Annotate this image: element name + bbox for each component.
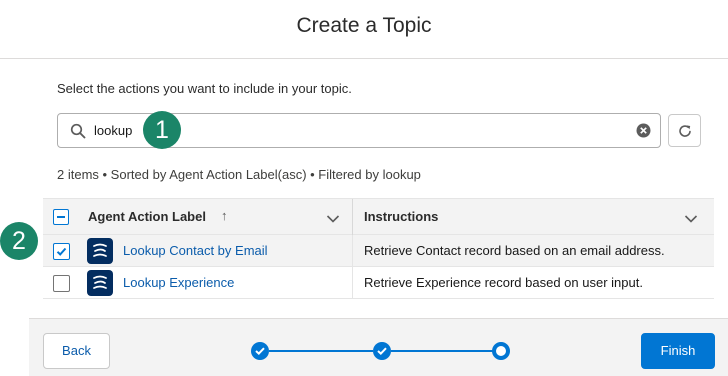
- row-checkbox[interactable]: [53, 243, 70, 260]
- modal-header: Create a Topic: [0, 0, 728, 59]
- action-instructions: Retrieve Experience record based on user…: [364, 275, 643, 290]
- column-divider: [352, 199, 353, 235]
- modal-title: Create a Topic: [296, 14, 432, 37]
- progress-step-3: [492, 342, 510, 360]
- action-name-link[interactable]: Lookup Contact by Email: [123, 243, 268, 258]
- action-name-link[interactable]: Lookup Experience: [123, 275, 234, 290]
- progress-line: [391, 350, 493, 352]
- table-row[interactable]: Lookup Experience Retrieve Experience re…: [43, 267, 714, 299]
- finish-button[interactable]: Finish: [641, 333, 715, 369]
- table-header: Agent Action Label ↑ Instructions: [43, 198, 714, 235]
- search-icon: [70, 123, 86, 139]
- agent-action-icon: [87, 238, 113, 264]
- checkmark-icon: [255, 347, 265, 355]
- column-header-instructions[interactable]: Instructions: [364, 209, 438, 224]
- step-callout-2: 2: [0, 222, 38, 260]
- progress-step-2: [373, 342, 391, 360]
- table-row[interactable]: Lookup Contact by Email Retrieve Contact…: [43, 235, 714, 267]
- agent-action-icon: [87, 270, 113, 296]
- column-divider: [352, 235, 353, 266]
- progress-line: [269, 350, 373, 352]
- refresh-button[interactable]: [668, 114, 701, 147]
- action-instructions: Retrieve Contact record based on an emai…: [364, 243, 665, 258]
- clear-icon[interactable]: [636, 123, 651, 138]
- chevron-down-icon[interactable]: [326, 211, 340, 223]
- progress-step-1: [251, 342, 269, 360]
- list-meta-text: 2 items • Sorted by Agent Action Label(a…: [57, 167, 421, 182]
- sort-arrow-icon: ↑: [221, 208, 228, 223]
- search-value[interactable]: lookup: [94, 123, 132, 138]
- modal-footer: Back Finish: [29, 318, 728, 376]
- checkmark-icon: [377, 347, 387, 355]
- instruction-text: Select the actions you want to include i…: [57, 81, 352, 96]
- chevron-down-icon[interactable]: [684, 211, 698, 223]
- refresh-icon: [679, 125, 691, 137]
- actions-table: Agent Action Label ↑ Instructions Lookup…: [43, 198, 714, 299]
- column-header-label[interactable]: Agent Action Label: [88, 209, 206, 224]
- row-checkbox[interactable]: [53, 275, 70, 292]
- step-callout-1: 1: [143, 111, 181, 149]
- checkmark-icon: [56, 247, 67, 256]
- select-all-checkbox[interactable]: [53, 209, 69, 225]
- column-divider: [352, 267, 353, 298]
- back-button[interactable]: Back: [43, 333, 110, 369]
